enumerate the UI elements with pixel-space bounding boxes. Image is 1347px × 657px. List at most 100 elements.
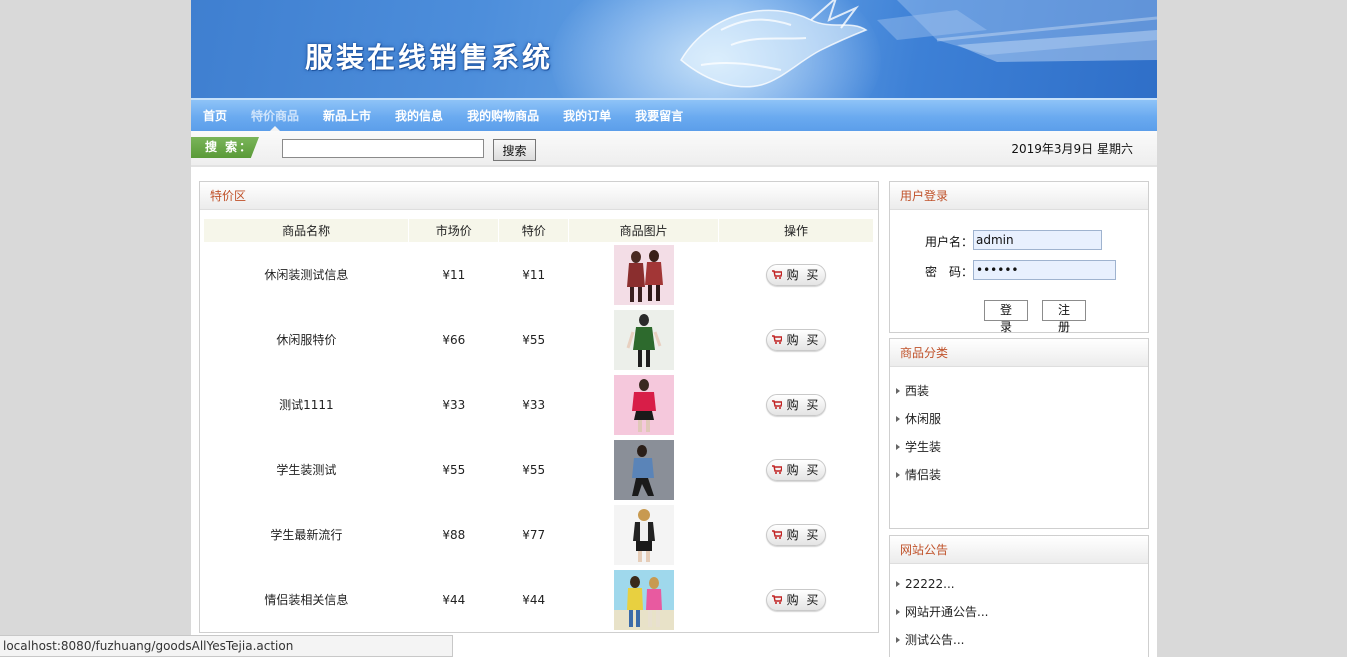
cart-icon (771, 400, 782, 409)
category-item[interactable]: 学生装 (896, 433, 1142, 461)
market-price: ¥66 (442, 332, 466, 347)
search-bar: 搜 索： 搜索 2019年3月9日 星期六 (191, 131, 1157, 167)
buy-button[interactable]: 购 买 (766, 393, 827, 416)
special-price: ¥77 (522, 527, 546, 542)
search-button[interactable]: 搜索 (493, 139, 536, 161)
categories-title: 商品分类 (890, 339, 1148, 367)
cart-icon (771, 465, 782, 474)
table-row: 测试1111 ¥33 ¥33 购 买 (204, 372, 874, 437)
header-banner: 服装在线销售系统 (191, 0, 1157, 98)
search-input[interactable] (282, 139, 484, 158)
nav-item-leave-message[interactable]: 我要留言 (635, 100, 683, 131)
notice-item[interactable]: 测试公告... (896, 626, 1142, 654)
page: 服装在线销售系统 首页 特价商品 新品上市 我的信息 我的购物商品 我的订单 我… (191, 0, 1157, 657)
market-price: ¥55 (442, 462, 466, 477)
login-panel: 用户登录 用户名： 密 码： 登 录 注 册 (889, 181, 1149, 334)
notice-label: 测试公告... (905, 633, 965, 647)
password-label: 密 码： (925, 265, 974, 279)
categories-panel: 商品分类 西装 休闲服 学生装 情侣装 (889, 338, 1149, 529)
column-header: 商品名称 (204, 219, 410, 242)
special-price: ¥55 (522, 462, 546, 477)
column-header: 市场价 (408, 219, 500, 242)
login-title: 用户登录 (890, 182, 1148, 210)
buy-button[interactable]: 购 买 (766, 263, 827, 286)
category-list: 西装 休闲服 学生装 情侣装 (890, 367, 1148, 499)
search-label: 搜 索： (191, 137, 259, 158)
special-price: ¥33 (522, 397, 546, 412)
buy-button[interactable]: 购 买 (766, 328, 827, 351)
market-price: ¥11 (442, 267, 466, 282)
product-image[interactable] (613, 569, 674, 630)
product-image[interactable] (613, 374, 674, 435)
register-button[interactable]: 注 册 (1042, 300, 1086, 334)
nav-item-home[interactable]: 首页 (203, 100, 227, 131)
product-image[interactable] (613, 309, 674, 370)
bullet-icon (896, 416, 900, 422)
buy-label: 购 买 (786, 593, 821, 607)
category-label: 休闲服 (905, 412, 942, 426)
main-nav: 首页 特价商品 新品上市 我的信息 我的购物商品 我的订单 我要留言 (191, 98, 1157, 131)
special-price: ¥11 (522, 267, 546, 282)
nav-item-my-cart[interactable]: 我的购物商品 (467, 100, 539, 131)
notice-list: 22222... 网站开通公告... 测试公告... (890, 564, 1148, 657)
product-name: 情侣装相关信息 (264, 593, 349, 607)
product-name: 测试1111 (279, 398, 334, 412)
bullet-icon (896, 388, 900, 394)
table-row: 情侣装相关信息 ¥44 ¥44 购 买 (204, 567, 874, 632)
product-image[interactable] (613, 439, 674, 500)
nav-item-specials[interactable]: 特价商品 (251, 100, 299, 131)
buy-button[interactable]: 购 买 (766, 458, 827, 481)
panel-title: 特价区 (200, 182, 878, 210)
cart-icon (771, 270, 782, 279)
market-price: ¥44 (442, 592, 466, 607)
product-name: 学生装测试 (276, 463, 337, 477)
username-input[interactable] (973, 230, 1102, 250)
buy-label: 购 买 (786, 333, 821, 347)
column-header: 商品图片 (568, 219, 720, 242)
cart-icon (771, 595, 782, 604)
special-price: ¥44 (522, 592, 546, 607)
site-title: 服装在线销售系统 (305, 41, 554, 74)
category-label: 西装 (905, 384, 930, 398)
notices-panel: 网站公告 22222... 网站开通公告... 测试公告... (889, 535, 1149, 657)
products-table: 商品名称 市场价 特价 商品图片 操作 休闲装测试信息 ¥11 ¥11 购 买 (204, 219, 874, 632)
table-row: 休闲服特价 ¥66 ¥55 购 买 (204, 307, 874, 372)
category-label: 学生装 (905, 440, 942, 454)
column-header: 特价 (498, 219, 570, 242)
nav-item-my-info[interactable]: 我的信息 (395, 100, 443, 131)
table-row: 休闲装测试信息 ¥11 ¥11 购 买 (204, 242, 874, 307)
buy-label: 购 买 (786, 398, 821, 412)
current-date: 2019年3月9日 星期六 (1011, 142, 1133, 156)
table-row: 学生装测试 ¥55 ¥55 购 买 (204, 437, 874, 502)
buy-label: 购 买 (786, 463, 821, 477)
nav-item-my-orders[interactable]: 我的订单 (563, 100, 611, 131)
special-price: ¥55 (522, 332, 546, 347)
product-image[interactable] (613, 504, 674, 565)
product-image[interactable] (613, 244, 674, 305)
market-price: ¥33 (442, 397, 466, 412)
category-label: 情侣装 (905, 468, 942, 482)
product-name: 学生最新流行 (270, 528, 343, 542)
product-name: 休闲装测试信息 (264, 268, 349, 282)
category-item[interactable]: 情侣装 (896, 461, 1142, 489)
login-form: 用户名： 密 码： 登 录 注 册 (890, 210, 1148, 334)
nav-item-new-arrivals[interactable]: 新品上市 (323, 100, 371, 131)
category-item[interactable]: 休闲服 (896, 405, 1142, 433)
notice-label: 网站开通公告... (905, 605, 989, 619)
password-input[interactable] (973, 260, 1116, 280)
login-button[interactable]: 登 录 (984, 300, 1028, 334)
cart-icon (771, 530, 782, 539)
bullet-icon (896, 609, 900, 615)
buy-button[interactable]: 购 买 (766, 523, 827, 546)
notices-title: 网站公告 (890, 536, 1148, 564)
category-item[interactable]: 西装 (896, 377, 1142, 405)
table-row: 学生最新流行 ¥88 ¥77 购 买 (204, 502, 874, 567)
bullet-icon (896, 637, 900, 643)
username-label: 用户名： (925, 235, 974, 249)
notice-item[interactable]: 22222... (896, 570, 1142, 598)
notice-item[interactable]: 网站开通公告... (896, 598, 1142, 626)
bullet-icon (896, 472, 900, 478)
wing-illustration (877, 0, 1157, 62)
notice-label: 22222... (905, 577, 955, 591)
buy-button[interactable]: 购 买 (766, 588, 827, 611)
